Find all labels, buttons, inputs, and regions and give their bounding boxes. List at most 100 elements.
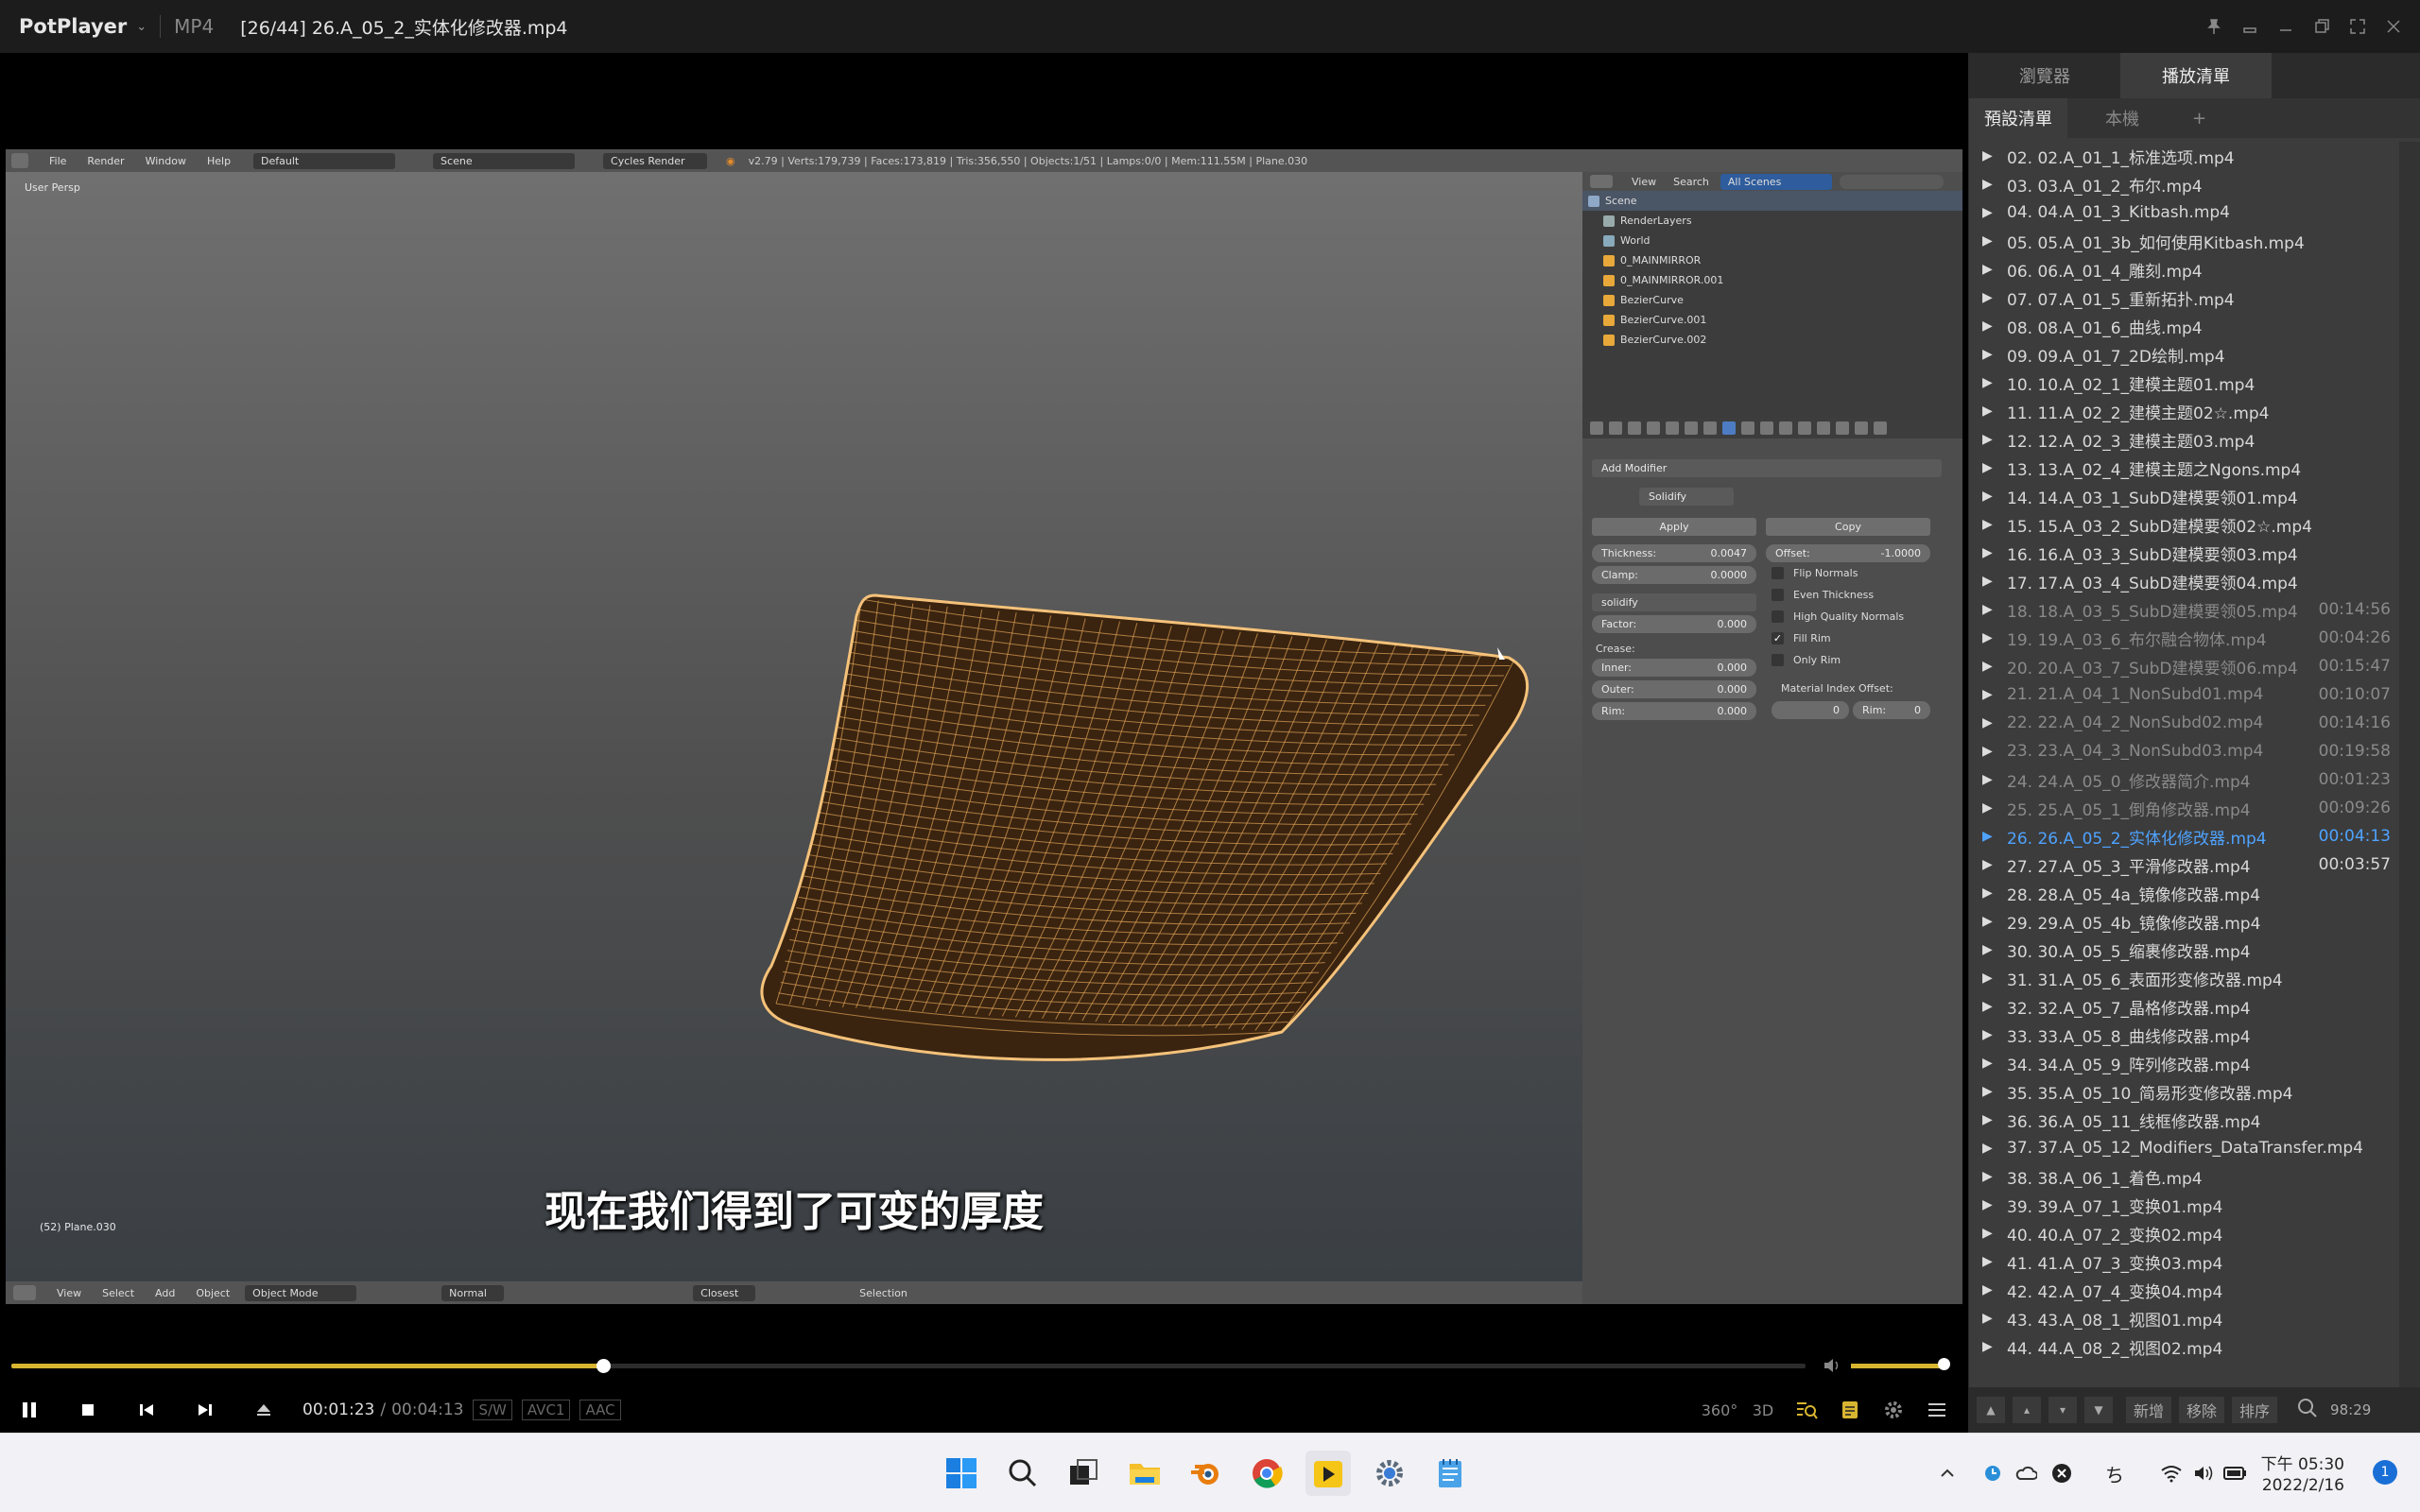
- playlist-item[interactable]: ▶ 26. 26.A_05_2_实体化修改器.mp4 00:04:13: [1969, 822, 2400, 850]
- move-bottom-icon[interactable]: ▼: [2084, 1397, 2113, 1423]
- search-icon[interactable]: [2296, 1397, 2319, 1423]
- tray-app-x-icon[interactable]: [2048, 1451, 2076, 1496]
- move-down-icon[interactable]: ▾: [2048, 1397, 2077, 1423]
- playlist-item[interactable]: ▶ 04. 04.A_01_3_Kitbash.mp4: [1969, 198, 2400, 227]
- playlist-item[interactable]: ▶ 43. 43.A_08_1_视图01.mp4: [1969, 1304, 2400, 1332]
- playlist-item[interactable]: ▶ 40. 40.A_07_2_变换02.mp4: [1969, 1219, 2400, 1247]
- seek-bar[interactable]: [11, 1359, 1806, 1373]
- playlist-item[interactable]: ▶ 42. 42.A_07_4_变换04.mp4: [1969, 1276, 2400, 1304]
- playlist-item[interactable]: ▶ 17. 17.A_03_4_SubD建模要领04.mp4: [1969, 567, 2400, 595]
- decoder-tag[interactable]: S/W: [473, 1400, 512, 1420]
- notification-badge[interactable]: 1: [2373, 1460, 2397, 1485]
- playlist-item[interactable]: ▶ 31. 31.A_05_6_表面形变修改器.mp4: [1969, 964, 2400, 992]
- blender-app-icon[interactable]: [1184, 1451, 1229, 1496]
- playlist-item[interactable]: ▶ 09. 09.A_01_7_2D绘制.mp4: [1969, 340, 2400, 369]
- playlist-item[interactable]: ▶ 22. 22.A_04_2_NonSubd02.mp4 00:14:16: [1969, 709, 2400, 737]
- close-icon[interactable]: [2377, 9, 2411, 43]
- playlist-item[interactable]: ▶ 02. 02.A_01_1_标准选项.mp4: [1969, 142, 2400, 170]
- playlist-item[interactable]: ▶ 37. 37.A_05_12_Modifiers_DataTransfer.m…: [1969, 1134, 2400, 1162]
- restore-icon[interactable]: [2305, 9, 2339, 43]
- task-view-icon[interactable]: [1061, 1451, 1106, 1496]
- playlist-item[interactable]: ▶ 21. 21.A_04_1_NonSubd01.mp4 00:10:07: [1969, 680, 2400, 709]
- playlist-item[interactable]: ▶ 24. 24.A_05_0_修改器简介.mp4 00:01:23: [1969, 765, 2400, 794]
- remove-button[interactable]: 移除: [2179, 1397, 2225, 1423]
- audio-codec-tag[interactable]: AAC: [579, 1400, 621, 1420]
- tray-clock-app-icon[interactable]: [1979, 1451, 2006, 1496]
- volume-slider[interactable]: [1851, 1358, 1950, 1370]
- add-button[interactable]: 新增: [2126, 1397, 2172, 1423]
- playlist-item[interactable]: ▶ 34. 34.A_05_9_阵列修改器.mp4: [1969, 1049, 2400, 1077]
- playlist-item[interactable]: ▶ 35. 35.A_05_10_简易形变修改器.mp4: [1969, 1077, 2400, 1106]
- add-list-button[interactable]: +: [2177, 109, 2221, 129]
- playlist-item[interactable]: ▶ 41. 41.A_07_3_变换03.mp4: [1969, 1247, 2400, 1276]
- playlist-item[interactable]: ▶ 16. 16.A_03_3_SubD建模要领03.mp4: [1969, 539, 2400, 567]
- subtitle-toggle-icon[interactable]: [1828, 1387, 1872, 1433]
- notepad-icon[interactable]: [1427, 1451, 1473, 1496]
- playlist-item[interactable]: ▶ 25. 25.A_05_1_倒角修改器.mp4 00:09:26: [1969, 794, 2400, 822]
- playlist-item[interactable]: ▶ 12. 12.A_02_3_建模主题03.mp4: [1969, 425, 2400, 454]
- playlist-item[interactable]: ▶ 29. 29.A_05_4b_镜像修改器.mp4: [1969, 907, 2400, 936]
- playlist-item[interactable]: ▶ 38. 38.A_06_1_着色.mp4: [1969, 1162, 2400, 1191]
- menu-icon[interactable]: [1915, 1387, 1959, 1433]
- speaker-icon[interactable]: [2189, 1451, 2218, 1496]
- settings-app-icon[interactable]: [1367, 1451, 1412, 1496]
- playlist-item[interactable]: ▶ 10. 10.A_02_1_建模主题01.mp4: [1969, 369, 2400, 397]
- playlist-item[interactable]: ▶ 36. 36.A_05_11_线框修改器.mp4: [1969, 1106, 2400, 1134]
- playlist-item[interactable]: ▶ 23. 23.A_04_3_NonSubd03.mp4 00:19:58: [1969, 737, 2400, 765]
- 360-view-button[interactable]: 360°: [1698, 1387, 1741, 1433]
- playlist-item[interactable]: ▶ 33. 33.A_05_8_曲线修改器.mp4: [1969, 1021, 2400, 1049]
- pause-button[interactable]: [0, 1387, 59, 1433]
- volume-icon[interactable]: [1823, 1357, 1841, 1378]
- chrome-icon[interactable]: [1244, 1451, 1289, 1496]
- playlist-item[interactable]: ▶ 30. 30.A_05_5_缩裹修改器.mp4: [1969, 936, 2400, 964]
- playlist-item[interactable]: ▶ 27. 27.A_05_3_平滑修改器.mp4 00:03:57: [1969, 850, 2400, 879]
- potplayer-app-icon[interactable]: [1305, 1451, 1351, 1496]
- volume-handle[interactable]: [1938, 1358, 1950, 1370]
- move-up-icon[interactable]: ▴: [2013, 1397, 2041, 1423]
- start-icon[interactable]: [939, 1451, 984, 1496]
- wifi-icon[interactable]: [2157, 1451, 2186, 1496]
- playlist-item[interactable]: ▶ 19. 19.A_03_6_布尔融合物体.mp4 00:04:26: [1969, 624, 2400, 652]
- move-top-icon[interactable]: ▲: [1977, 1397, 2005, 1423]
- onedrive-icon[interactable]: [2012, 1451, 2040, 1496]
- chevron-down-icon[interactable]: ⌄: [136, 20, 147, 34]
- battery-icon[interactable]: [2221, 1451, 2250, 1496]
- playlist-item[interactable]: ▶ 08. 08.A_01_6_曲线.mp4: [1969, 312, 2400, 340]
- sort-button[interactable]: 排序: [2232, 1397, 2278, 1423]
- playlist-item[interactable]: ▶ 14. 14.A_03_1_SubD建模要领01.mp4: [1969, 482, 2400, 510]
- taskbar-search-icon[interactable]: [1000, 1451, 1046, 1496]
- video-area[interactable]: File Render Window Help Default Scene Cy…: [0, 53, 1968, 1338]
- tray-overflow-icon[interactable]: [1934, 1451, 1961, 1496]
- playlist-item[interactable]: ▶ 39. 39.A_07_1_变换01.mp4: [1969, 1191, 2400, 1219]
- file-explorer-icon[interactable]: [1122, 1451, 1167, 1496]
- next-button[interactable]: [176, 1387, 234, 1433]
- settings-gear-icon[interactable]: [1872, 1387, 1915, 1433]
- playlist-item[interactable]: ▶ 15. 15.A_03_2_SubD建模要领02☆.mp4: [1969, 510, 2400, 539]
- minimize-icon[interactable]: [2269, 9, 2303, 43]
- playlist-item[interactable]: ▶ 44. 44.A_08_2_视图02.mp4: [1969, 1332, 2400, 1361]
- tab-browser[interactable]: 瀏覽器: [1969, 53, 2120, 98]
- playlist-item[interactable]: ▶ 07. 07.A_01_5_重新拓扑.mp4: [1969, 284, 2400, 312]
- subtab-default-list[interactable]: 預設清單: [1969, 98, 2067, 138]
- subtab-local[interactable]: 本機: [2090, 106, 2154, 130]
- playlist-item[interactable]: ▶ 20. 20.A_03_7_SubD建模要领06.mp4 00:15:47: [1969, 652, 2400, 680]
- playlist-scrollbar[interactable]: [2399, 142, 2420, 1425]
- playlist-item[interactable]: ▶ 11. 11.A_02_2_建模主题02☆.mp4: [1969, 397, 2400, 425]
- previous-button[interactable]: [117, 1387, 176, 1433]
- app-menu-button[interactable]: PotPlayer: [19, 15, 127, 38]
- playlist-search-icon[interactable]: [1785, 1387, 1828, 1433]
- playlist-item[interactable]: ▶ 18. 18.A_03_5_SubD建模要领05.mp4 00:14:56: [1969, 595, 2400, 624]
- playlist-item[interactable]: ▶ 28. 28.A_05_4a_镜像修改器.mp4: [1969, 879, 2400, 907]
- playlist-item[interactable]: ▶ 13. 13.A_02_4_建模主题之Ngons.mp4: [1969, 454, 2400, 482]
- 3d-mode-button[interactable]: 3D: [1741, 1387, 1785, 1433]
- minimize-to-tray-icon[interactable]: [2233, 9, 2267, 43]
- playlist-item[interactable]: ▶ 06. 06.A_01_4_雕刻.mp4: [1969, 255, 2400, 284]
- pin-icon[interactable]: [2197, 9, 2231, 43]
- playlist-item[interactable]: ▶ 32. 32.A_05_7_晶格修改器.mp4: [1969, 992, 2400, 1021]
- seek-handle[interactable]: [596, 1359, 612, 1373]
- system-clock[interactable]: 下午 05:30 2022/2/16: [2261, 1454, 2344, 1496]
- input-method-icon[interactable]: ち: [2100, 1451, 2129, 1496]
- eject-button[interactable]: [234, 1387, 293, 1433]
- tab-playlist[interactable]: 播放清單: [2120, 53, 2272, 98]
- stop-button[interactable]: [59, 1387, 117, 1433]
